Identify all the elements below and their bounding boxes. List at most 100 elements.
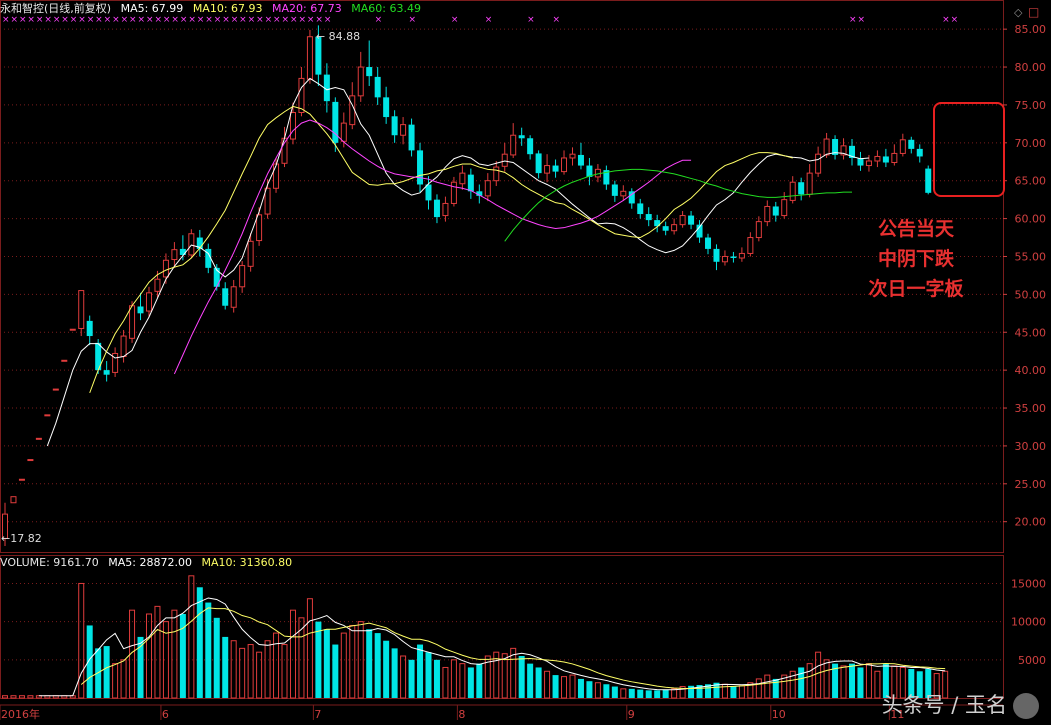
candle xyxy=(510,123,517,158)
candle-body xyxy=(823,138,830,156)
signal-marker: × xyxy=(485,15,493,25)
candle-body xyxy=(408,124,415,151)
volume-bar xyxy=(289,609,296,699)
volume-bar xyxy=(476,663,483,698)
candle-body xyxy=(798,182,805,195)
signal-marker: × xyxy=(112,15,120,25)
candle-body xyxy=(35,437,42,440)
volume-bar xyxy=(501,653,508,699)
volume-bar xyxy=(764,674,771,699)
volume-bar xyxy=(315,621,322,698)
candle-body xyxy=(527,138,534,155)
volume-bar xyxy=(815,651,822,699)
candle-body xyxy=(332,101,339,143)
candle-body xyxy=(366,67,373,77)
annotation-text: 公告当天 中阴下跌 次日一字板 xyxy=(856,214,976,304)
volume-bar xyxy=(332,644,339,698)
signal-marker-row: × × × × × × × × × × × × × × × × × × × × × × × × × × × × × × × × × × × × × × × ×… xyxy=(2,15,958,25)
candle xyxy=(637,198,644,219)
price-panel-frame xyxy=(0,0,1004,553)
candle xyxy=(44,414,51,417)
volume-bar xyxy=(459,663,466,699)
candle-body xyxy=(417,150,424,185)
volume-bar xyxy=(349,624,356,699)
candle-body xyxy=(925,168,932,193)
candle xyxy=(518,127,525,146)
volume-bar xyxy=(603,684,610,698)
candle xyxy=(688,211,695,230)
candle xyxy=(798,177,805,201)
candle xyxy=(561,150,568,175)
candle-body xyxy=(44,414,51,417)
candle xyxy=(289,102,296,145)
candle xyxy=(52,388,59,391)
volume-bar xyxy=(264,640,271,699)
candle-body xyxy=(569,153,576,159)
candle xyxy=(662,221,669,236)
candle xyxy=(628,188,635,209)
signal-marker: × xyxy=(104,15,112,25)
candle-body xyxy=(882,156,889,163)
price-tick-label: 55.00 xyxy=(1015,250,1047,263)
volume-bar xyxy=(594,682,601,699)
candle-body xyxy=(611,184,618,196)
candle xyxy=(391,110,398,143)
signal-marker: × xyxy=(36,15,44,25)
volume-bar xyxy=(425,652,432,698)
volume-bar xyxy=(374,633,381,698)
candle-body xyxy=(637,203,644,215)
candle-body xyxy=(256,214,263,242)
candle xyxy=(849,139,855,166)
candle-body xyxy=(188,233,195,256)
volume-bar xyxy=(281,644,288,699)
volume-bar xyxy=(442,666,449,699)
candle xyxy=(69,328,76,331)
candle xyxy=(35,437,42,440)
candle-body xyxy=(264,187,271,215)
candle-body xyxy=(544,165,551,174)
volume-bar xyxy=(730,686,737,698)
moving-average-lines: ← 84.88 ←17.82 xyxy=(1,30,869,545)
signal-marker: × xyxy=(282,15,290,25)
annotation-line-1: 公告当天 xyxy=(877,218,954,240)
signal-marker: × xyxy=(951,15,959,25)
candle xyxy=(705,233,712,255)
signal-marker: × xyxy=(78,15,86,25)
candle-body xyxy=(747,237,754,254)
volume-bar xyxy=(247,644,254,699)
candle-body xyxy=(671,224,678,232)
candle xyxy=(484,173,491,202)
candle xyxy=(10,496,17,504)
candle xyxy=(417,142,424,193)
candle-body xyxy=(721,255,728,263)
candle xyxy=(467,168,474,199)
candle-body xyxy=(289,112,296,140)
volume-bar xyxy=(865,663,872,699)
candle-body xyxy=(662,226,669,231)
candle xyxy=(27,459,34,462)
signal-marker: × xyxy=(188,15,196,25)
price-tick-label: 80.00 xyxy=(1015,61,1047,74)
candle-body xyxy=(340,122,347,142)
price-tick-label: 20.00 xyxy=(1015,516,1047,529)
candle xyxy=(357,51,364,102)
candle-body xyxy=(391,116,398,136)
candle xyxy=(840,138,847,160)
candle xyxy=(493,161,500,187)
candle xyxy=(306,29,313,84)
candle xyxy=(230,279,237,313)
candle xyxy=(713,244,720,271)
candle-body xyxy=(78,290,85,329)
candle-body xyxy=(688,215,695,225)
volume-bar xyxy=(645,690,652,698)
signal-marker: × xyxy=(180,15,188,25)
volume-bar xyxy=(417,644,424,698)
signal-marker: × xyxy=(324,15,332,25)
ma5-line xyxy=(46,77,869,447)
signal-marker: × xyxy=(2,15,10,25)
signal-marker: × xyxy=(307,15,315,25)
candle-body xyxy=(52,388,59,391)
candle-body xyxy=(908,139,915,149)
candle-body xyxy=(815,153,822,174)
candle xyxy=(450,176,457,207)
